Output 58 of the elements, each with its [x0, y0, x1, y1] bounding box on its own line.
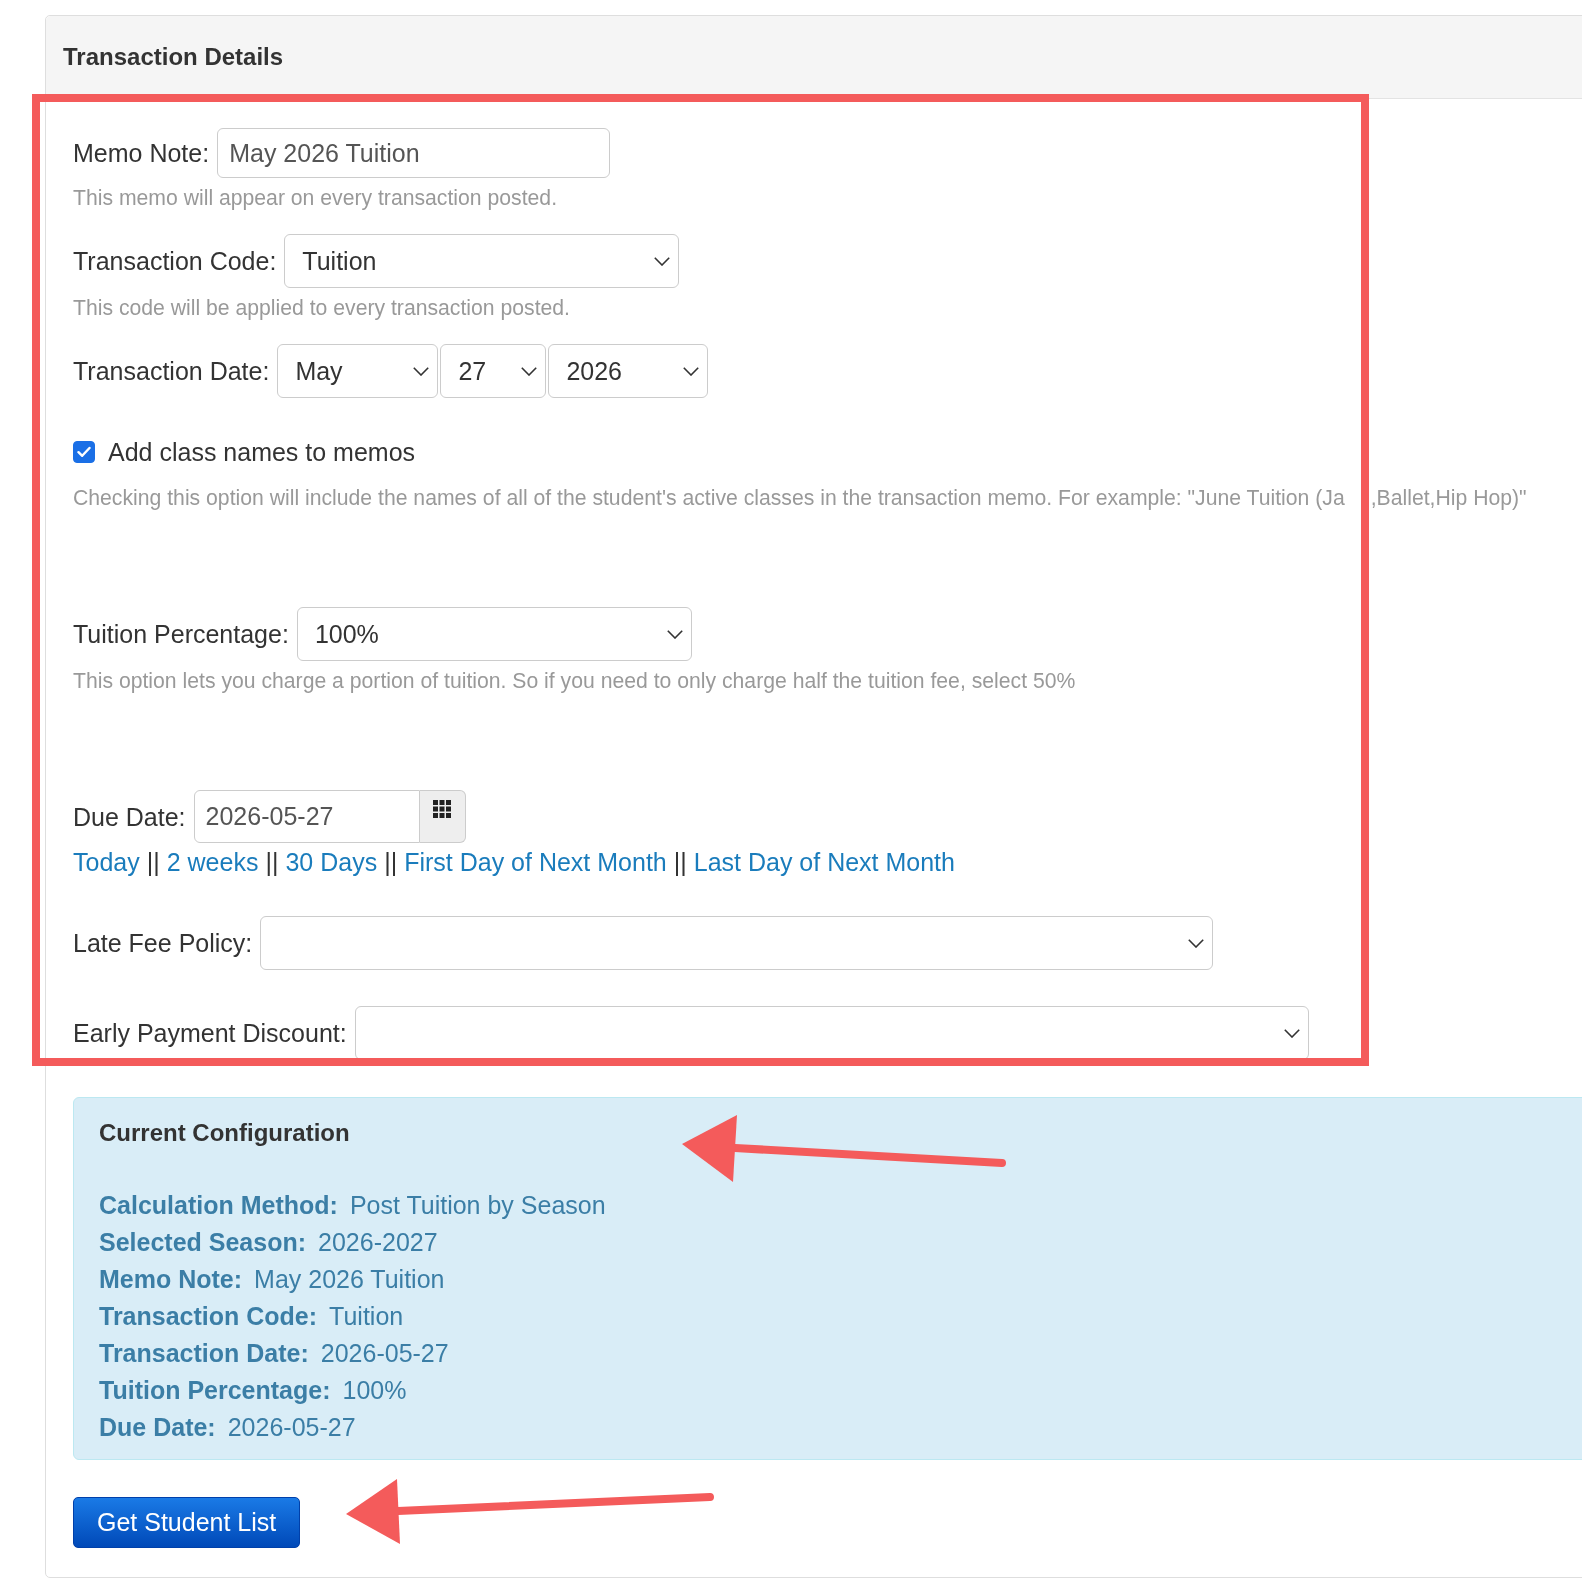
config-value: May 2026 Tuition — [254, 1264, 445, 1295]
input-field[interactable]: May 2026 Tuition — [217, 128, 611, 178]
config-label: Calculation Method: — [99, 1190, 338, 1221]
submit-button[interactable]: Get Student List — [73, 1497, 301, 1548]
config-label: Tuition Percentage: — [99, 1375, 331, 1406]
config-value: 2026-05-27 — [320, 1338, 449, 1369]
chevron-down-icon — [1188, 938, 1205, 948]
link-separator: || — [673, 847, 687, 877]
link-separator: || — [146, 847, 160, 877]
input-field[interactable]: 2026-05-27 — [193, 790, 420, 843]
grid-icon — [433, 800, 452, 818]
chevron-down-icon — [521, 366, 538, 376]
info-panel-title: Current Configuration — [99, 1119, 351, 1147]
field-label: Memo Note: — [73, 138, 210, 168]
chevron-down-icon — [413, 366, 430, 376]
dropdown[interactable]: 100% — [296, 607, 692, 661]
chevron-down-icon — [666, 629, 683, 639]
config-label: Transaction Code: — [99, 1301, 318, 1332]
field-label: Early Payment Discount: — [73, 1018, 347, 1048]
dropdown[interactable]: May — [277, 344, 439, 398]
help-text: Checking this option will include the names of all of the student's active classes in the transaction memo. For example: "June Tuition (Ja — [73, 486, 1345, 510]
field-label: Late Fee Policy: — [73, 928, 253, 958]
chevron-down-icon — [683, 366, 700, 376]
date-shortcut-link[interactable]: Last Day of Next Month — [693, 847, 955, 877]
field-label: Tuition Percentage: — [73, 619, 289, 649]
checkmark-icon — [77, 446, 91, 458]
config-value: 2026-05-27 — [227, 1412, 356, 1443]
chevron-down-icon — [654, 256, 671, 266]
link-separator: || — [384, 847, 398, 877]
config-label: Selected Season: — [99, 1227, 307, 1258]
config-value: Tuition — [329, 1301, 404, 1332]
config-value: 2026-2027 — [318, 1227, 438, 1258]
checkbox[interactable] — [73, 441, 95, 463]
dropdown[interactable]: 27 — [440, 344, 547, 398]
dropdown[interactable] — [354, 1006, 1309, 1060]
config-value: Post Tuition by Season — [349, 1190, 606, 1221]
help-text: This option lets you charge a portion of tuition. So if you need to only charge half the tuition fee, select 50% — [73, 669, 1076, 693]
calendar-button[interactable] — [419, 790, 466, 843]
panel-title: Transaction Details — [63, 43, 284, 71]
config-value: 100% — [342, 1375, 407, 1406]
checkbox-label[interactable]: Add class names to memos — [108, 438, 416, 466]
chevron-down-icon — [1283, 1028, 1300, 1038]
field-label: Transaction Code: — [73, 246, 277, 276]
link-separator: || — [265, 847, 279, 877]
help-text: ,Ballet,Hip Hop)" — [1370, 486, 1527, 510]
config-label: Due Date: — [99, 1412, 216, 1443]
config-label: Transaction Date: — [99, 1338, 309, 1369]
date-shortcut-link[interactable]: 30 Days — [285, 847, 378, 877]
dropdown[interactable]: 2026 — [548, 344, 709, 398]
date-shortcut-link[interactable]: Today — [73, 847, 140, 877]
help-text: This memo will appear on every transaction posted. — [73, 186, 557, 210]
help-text: This code will be applied to every transaction posted. — [73, 296, 570, 320]
field-label: Transaction Date: — [73, 356, 270, 386]
dropdown[interactable]: Tuition — [284, 234, 680, 288]
date-shortcut-link[interactable]: 2 weeks — [166, 847, 259, 877]
date-shortcut-link[interactable]: First Day of Next Month — [404, 847, 667, 877]
config-label: Memo Note: — [99, 1264, 243, 1295]
field-label: Due Date: — [73, 801, 186, 832]
